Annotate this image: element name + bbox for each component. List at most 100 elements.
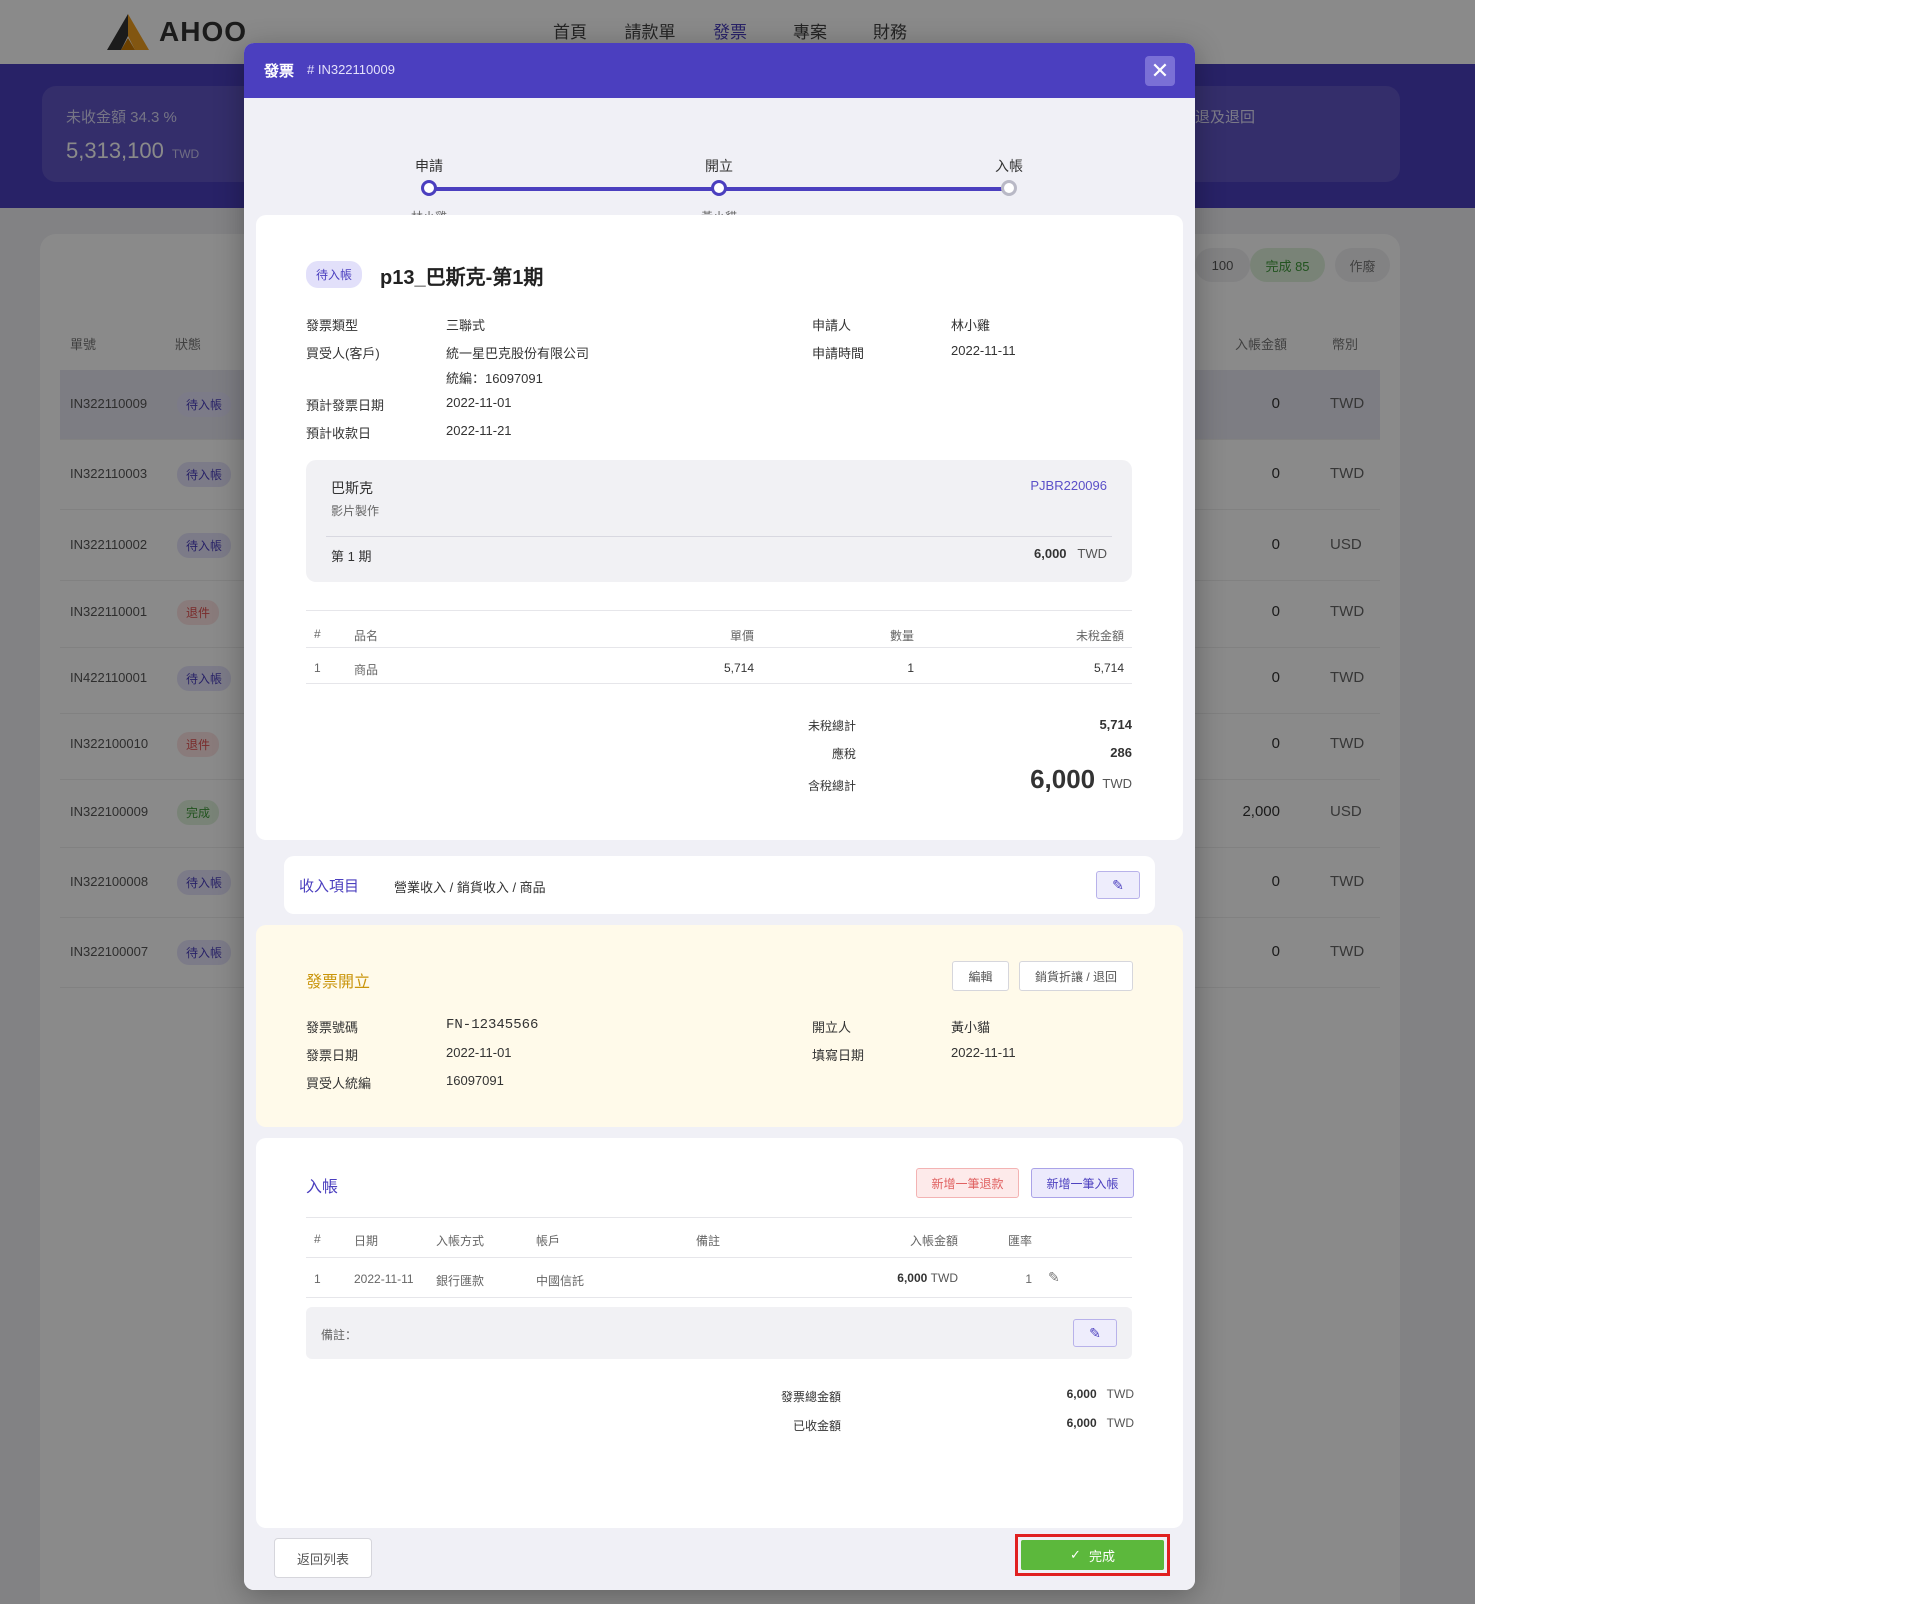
buyer-value: 統一星巴克股份有限公司	[446, 346, 590, 361]
project-amount: 6,000 TWD	[1034, 546, 1107, 561]
items-th-untaxed: 未稅金額	[1075, 629, 1124, 643]
invoice-summary-card: 待入帳 p13_巴斯克-第1期 發票類型 三聯式 買受人(客戶) 統一星巴克股份…	[256, 215, 1183, 840]
received-label: 已收金額	[792, 1419, 841, 1433]
pencil-icon[interactable]: ✎	[1073, 1319, 1117, 1347]
issue-title: 發票開立	[306, 974, 371, 991]
revenue-label: 收入項目	[299, 878, 360, 895]
invoice-total-value: 6,000 TWD	[1066, 1387, 1134, 1401]
invoice-number-label: 發票號碼	[306, 1020, 359, 1035]
remark-box: 備註： ✎	[306, 1307, 1132, 1359]
project-name: 巴斯克	[331, 480, 373, 496]
step-line-2	[720, 187, 1010, 191]
tax-label: 應稅	[831, 747, 856, 761]
add-refund-button[interactable]: 新增一筆退款	[916, 1168, 1019, 1198]
expected-collect-value: 2022-11-21	[446, 423, 512, 438]
check-icon: ✓	[1070, 1547, 1081, 1562]
modal-header: 發票 # IN322110009 ✕	[244, 43, 1195, 98]
item-qty: 1	[907, 661, 914, 675]
item-no: 1	[314, 661, 321, 675]
item-unit-price: 5,714	[723, 661, 754, 675]
item-untaxed: 5,714	[1093, 661, 1124, 675]
invoice-type-label: 發票類型	[306, 318, 359, 333]
pencil-icon[interactable]: ✎	[1048, 1269, 1060, 1286]
entry-th-account: 帳戶	[536, 1234, 561, 1248]
total-label: 含稅總計	[807, 779, 856, 793]
entry-date: 2022-11-11	[354, 1272, 414, 1286]
close-icon[interactable]: ✕	[1145, 56, 1175, 86]
entry-th-no: #	[314, 1232, 321, 1246]
divider	[306, 683, 1132, 684]
edit-button[interactable]: 編輯	[952, 961, 1009, 991]
done-button-highlight: ✓ 完成	[1015, 1534, 1170, 1576]
buyer-tax-id: 統編：16097091	[446, 371, 543, 386]
entry-rate: 1	[1025, 1272, 1032, 1286]
received-value: 6,000 TWD	[1066, 1416, 1134, 1430]
project-code-link[interactable]: PJBR220096	[1030, 478, 1107, 493]
items-th-no: #	[314, 627, 321, 641]
invoice-date-label: 發票日期	[306, 1048, 359, 1063]
entry-method: 銀行匯款	[436, 1274, 485, 1288]
untaxed-total-value: 5,714	[1099, 717, 1132, 732]
divider	[306, 647, 1132, 648]
invoice-number-value: FN-12345566	[446, 1017, 539, 1033]
add-entry-button[interactable]: 新增一筆入帳	[1031, 1168, 1134, 1198]
project-category: 影片製作	[331, 504, 380, 518]
step-dot-issue	[711, 180, 727, 196]
entry-no: 1	[314, 1272, 321, 1286]
items-th-unit-price: 單價	[729, 629, 754, 643]
allowance-return-button[interactable]: 銷貨折讓 / 退回	[1019, 961, 1133, 991]
entry-th-rate: 匯率	[1007, 1234, 1032, 1248]
project-period: 第 1 期	[331, 549, 372, 564]
entry-th-date: 日期	[354, 1234, 379, 1248]
step-label-entry: 入帳	[995, 158, 1023, 174]
entry-account: 中國信託	[536, 1274, 585, 1288]
step-dot-entry	[1001, 180, 1017, 196]
entry-th-note: 備註	[696, 1234, 721, 1248]
divider	[306, 610, 1132, 611]
back-to-list-button[interactable]: 返回列表	[274, 1538, 372, 1578]
items-th-qty: 數量	[889, 629, 914, 643]
untaxed-total-label: 未稅總計	[807, 719, 856, 733]
pencil-icon[interactable]: ✎	[1096, 871, 1140, 899]
invoice-issue-card: 發票開立 編輯 銷貨折讓 / 退回 發票號碼 FN-12345566 發票日期 …	[256, 925, 1183, 1127]
expected-issue-label: 預計發票日期	[306, 398, 385, 413]
invoice-date-value: 2022-11-01	[446, 1045, 512, 1060]
applicant-value: 林小雞	[951, 318, 991, 333]
modal-title: 發票	[264, 63, 295, 80]
step-label-issue: 開立	[705, 158, 733, 174]
revenue-card: 收入項目 營業收入 / 銷貨收入 / 商品 ✎	[284, 856, 1155, 914]
invoice-total-label: 發票總金額	[780, 1390, 841, 1404]
issuer-label: 開立人	[812, 1020, 852, 1035]
entry-amount: 6,000 TWD	[897, 1271, 958, 1285]
remark-label: 備註：	[321, 1328, 358, 1342]
entry-card: 入帳 新增一筆退款 新增一筆入帳 # 日期 入帳方式 帳戶 備註 入帳金額 匯率…	[256, 1138, 1183, 1528]
entry-th-amount: 入帳金額	[909, 1234, 958, 1248]
step-line-1	[430, 187, 720, 191]
total-value: 6,000 TWD	[1030, 764, 1132, 794]
apply-time-value: 2022-11-11	[951, 343, 1016, 358]
fill-date-label: 填寫日期	[812, 1048, 865, 1063]
item-name: 商品	[354, 663, 379, 677]
buyer-label: 買受人(客戶)	[306, 346, 380, 361]
step-label-apply: 申請	[415, 158, 443, 174]
fill-date-value: 2022-11-11	[951, 1045, 1016, 1060]
project-box: 巴斯克 影片製作 PJBR220096 第 1 期 6,000 TWD	[306, 460, 1132, 582]
done-button[interactable]: ✓ 完成	[1021, 1540, 1164, 1570]
expected-issue-value: 2022-11-01	[446, 395, 512, 410]
entry-th-method: 入帳方式	[436, 1234, 485, 1248]
done-button-label: 完成	[1088, 1548, 1115, 1564]
expected-collect-label: 預計收款日	[306, 426, 372, 441]
invoice-type-value: 三聯式	[446, 318, 486, 333]
invoice-title: p13_巴斯克-第1期	[380, 267, 544, 289]
divider	[326, 536, 1112, 537]
entry-title: 入帳	[306, 1179, 339, 1196]
revenue-value: 營業收入 / 銷貨收入 / 商品	[394, 880, 546, 895]
tax-value: 286	[1110, 745, 1132, 760]
step-dot-apply	[421, 180, 437, 196]
divider	[306, 1297, 1132, 1298]
buyer-tax-label: 買受人統編	[306, 1076, 372, 1091]
divider	[306, 1217, 1132, 1218]
divider	[306, 1257, 1132, 1258]
modal-invoice-id: # IN322110009	[307, 62, 395, 77]
status-badge: 待入帳	[306, 261, 363, 288]
